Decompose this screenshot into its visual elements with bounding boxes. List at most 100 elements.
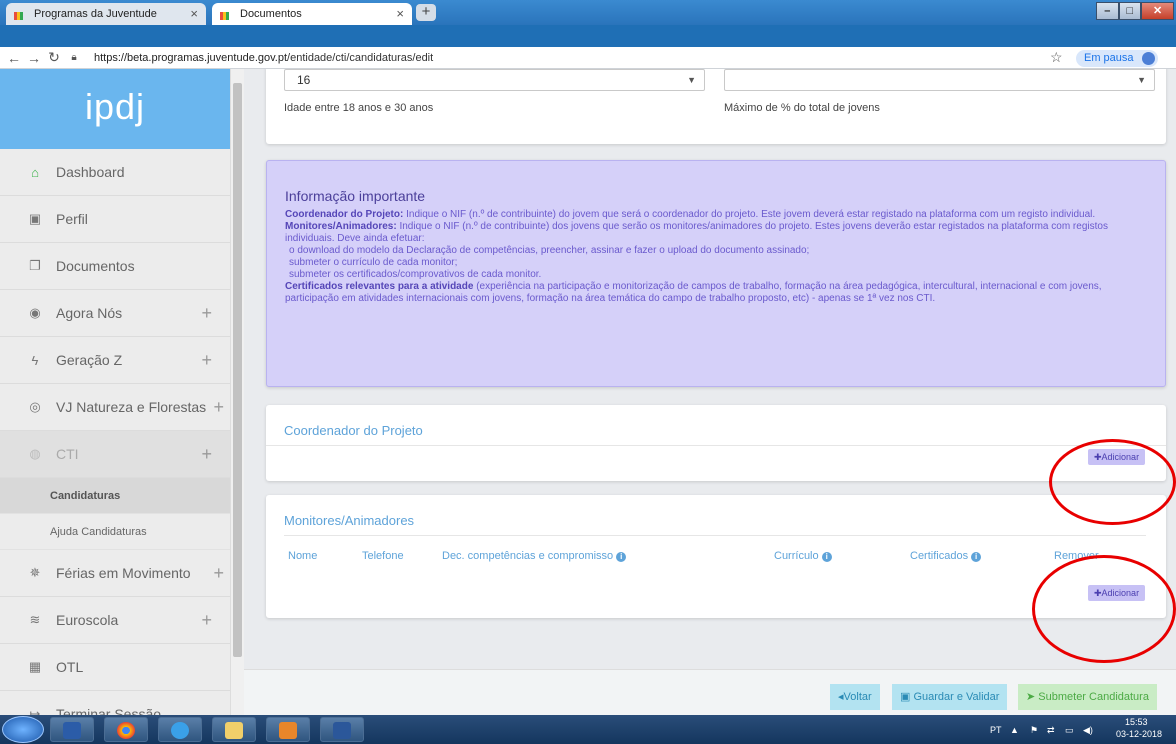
favicon-icon: [14, 9, 24, 20]
taskbar-chrome[interactable]: [104, 717, 148, 742]
info-icon: i: [971, 552, 982, 562]
minimize-button[interactable]: –: [1096, 2, 1119, 20]
tray-network-icon[interactable]: ⇄: [1047, 725, 1055, 736]
tab-documentos[interactable]: Documentos ×: [212, 3, 412, 25]
back-button[interactable]: ◂Voltar: [830, 684, 880, 710]
column-telefone: Telefone: [362, 550, 404, 562]
tray-volume-icon[interactable]: ◀): [1083, 725, 1093, 736]
percent-hint: Máximo de % do total de jovens: [724, 102, 880, 114]
column-nome: Nome: [288, 550, 318, 562]
tab-label: Programas da Juventude: [34, 8, 157, 20]
table-header: Nome Telefone Dec. competências e compro…: [266, 550, 1166, 566]
sidebar-item-otl[interactable]: ▦ OTL: [0, 644, 230, 691]
save-validate-button[interactable]: ▣ Guardar e Validar: [892, 684, 1008, 710]
expand-plus-icon[interactable]: +: [213, 563, 224, 584]
monitors-card: Monitores/Animadores Nome Telefone Dec. …: [266, 495, 1166, 618]
id-card-icon: ▣: [28, 211, 42, 226]
sidebar-subitem-ajuda[interactable]: Ajuda Candidaturas: [0, 514, 230, 550]
close-tab-icon[interactable]: ×: [190, 6, 198, 21]
forward-arrow-icon[interactable]: →: [24, 50, 44, 66]
sidebar-item-logout[interactable]: ↦ Terminar Sessão: [0, 691, 230, 715]
lock-icon: 🔒︎: [71, 52, 77, 63]
divider: [266, 445, 1166, 446]
sidebar-item-agora-nos[interactable]: ◉ Agora Nós +: [0, 290, 230, 337]
tray-battery-icon[interactable]: ▭: [1065, 725, 1074, 736]
favicon-icon: [220, 9, 230, 20]
main-content: 16 ▼ ▼ Idade entre 18 anos e 30 anos Máxi…: [244, 69, 1176, 715]
column-certificados: Certificados i: [910, 550, 982, 562]
logout-icon: ↦: [29, 706, 41, 715]
back-arrow-icon[interactable]: ←: [4, 50, 24, 66]
close-window-button[interactable]: ✕: [1141, 2, 1175, 20]
info-text: Coordenador do Projeto: Indique o NIF (n…: [285, 209, 1108, 304]
taskbar-explorer[interactable]: [212, 717, 256, 742]
info-title: Informação importante: [285, 188, 426, 204]
tab-bar: Programas da Juventude × Documentos × + …: [0, 0, 1176, 25]
geracao-z-icon: ϟ: [31, 352, 39, 368]
profile-pause-button[interactable]: Em pausa: [1076, 50, 1158, 67]
avatar: [1141, 52, 1155, 65]
expand-plus-icon[interactable]: +: [201, 350, 212, 371]
expand-plus-icon[interactable]: +: [201, 444, 212, 465]
age-hint: Idade entre 18 anos e 30 anos: [284, 102, 434, 114]
caret-down-icon: ▼: [1137, 75, 1146, 85]
browser-chrome: Programas da Juventude × Documentos × + …: [0, 0, 1176, 47]
expand-plus-icon[interactable]: +: [201, 303, 212, 324]
divider: [284, 535, 1146, 536]
coordinator-card: Coordenador do Projeto ✚Adicionar: [266, 405, 1166, 481]
percent-select[interactable]: ▼: [724, 69, 1155, 91]
close-tab-icon[interactable]: ×: [396, 6, 404, 21]
taskbar-media-player[interactable]: [50, 717, 94, 742]
send-icon: ➤: [1026, 691, 1039, 703]
tab-programas[interactable]: Programas da Juventude ×: [6, 3, 206, 25]
sidebar-scrollbar[interactable]: [230, 69, 244, 715]
sidebar-item-geracao-z[interactable]: ϟ Geração Z +: [0, 337, 230, 384]
scrollbar-thumb[interactable]: [233, 83, 242, 657]
clock-date[interactable]: 03-12-2018: [1116, 729, 1162, 739]
info-icon: i: [821, 552, 832, 562]
save-icon: ▣: [900, 691, 914, 703]
sidebar-item-documentos[interactable]: ❐ Documentos: [0, 243, 230, 290]
language-indicator[interactable]: PT: [990, 725, 1002, 735]
sidebar-subitem-candidaturas[interactable]: Candidaturas: [0, 478, 230, 514]
caret-down-icon: ▼: [687, 75, 696, 85]
reload-icon[interactable]: ↻: [44, 49, 64, 66]
tray-expand-icon[interactable]: ▲: [1010, 725, 1019, 735]
sidebar-item-euroscola[interactable]: ≋ Euroscola +: [0, 597, 230, 644]
sidebar-item-vj-natureza[interactable]: ◎ VJ Natureza e Florestas +: [0, 384, 230, 431]
sidebar-item-ferias[interactable]: ✵ Férias em Movimento +: [0, 550, 230, 597]
column-dec-competencias: Dec. competências e compromisso i: [442, 550, 627, 562]
system-tray: PT ▲ ⚑ ⇄ ▭ ◀) 15:53 03-12-2018: [985, 715, 1176, 744]
sidebar-item-cti[interactable]: ◍ CTI +: [0, 431, 230, 478]
bookmark-star-icon[interactable]: ☆: [1050, 49, 1063, 66]
maximize-button[interactable]: □: [1118, 2, 1142, 20]
sidebar-item-perfil[interactable]: ▣ Perfil: [0, 196, 230, 243]
url-field[interactable]: https://beta.programas.juventude.gov.pt/…: [94, 52, 433, 64]
cti-icon: ◍: [29, 446, 41, 461]
taskbar-ie[interactable]: [158, 717, 202, 742]
expand-plus-icon[interactable]: +: [213, 397, 224, 418]
sidebar-item-dashboard[interactable]: ⌂ Dashboard: [0, 149, 230, 196]
clock-time[interactable]: 15:53: [1125, 717, 1148, 727]
address-bar: ← → ↻ 🔒︎ https://beta.programas.juventud…: [0, 47, 1176, 69]
expand-plus-icon[interactable]: +: [201, 610, 212, 631]
form-footer: ◂Voltar ▣ Guardar e Validar ➤ Submeter C…: [244, 669, 1176, 715]
submit-button[interactable]: ➤ Submeter Candidatura: [1018, 684, 1157, 710]
otl-icon: ▦: [28, 659, 42, 674]
sidebar: ipdj ⌂ Dashboard ▣ Perfil ❐ Documentos ◉ Ago…: [0, 69, 230, 715]
column-curriculo: Currículo i: [774, 550, 832, 562]
window-controls: – □ ✕: [1096, 2, 1175, 22]
new-tab-button[interactable]: +: [416, 4, 436, 21]
euroscola-icon: ≋: [29, 612, 41, 627]
tray-flag-icon[interactable]: ⚑: [1030, 725, 1038, 736]
taskbar-word[interactable]: [320, 717, 364, 742]
ipdj-logo[interactable]: ipdj: [0, 69, 230, 149]
info-panel: Informação importante Coordenador do Pro…: [266, 160, 1166, 387]
monitors-title: Monitores/Animadores: [284, 513, 415, 528]
agora-nos-icon: ◉: [29, 305, 41, 320]
taskbar: PT ▲ ⚑ ⇄ ▭ ◀) 15:53 03-12-2018: [0, 715, 1176, 744]
age-select[interactable]: 16 ▼: [284, 69, 705, 91]
taskbar-outlook[interactable]: [266, 717, 310, 742]
start-button[interactable]: [2, 716, 44, 743]
info-icon: i: [616, 552, 627, 562]
